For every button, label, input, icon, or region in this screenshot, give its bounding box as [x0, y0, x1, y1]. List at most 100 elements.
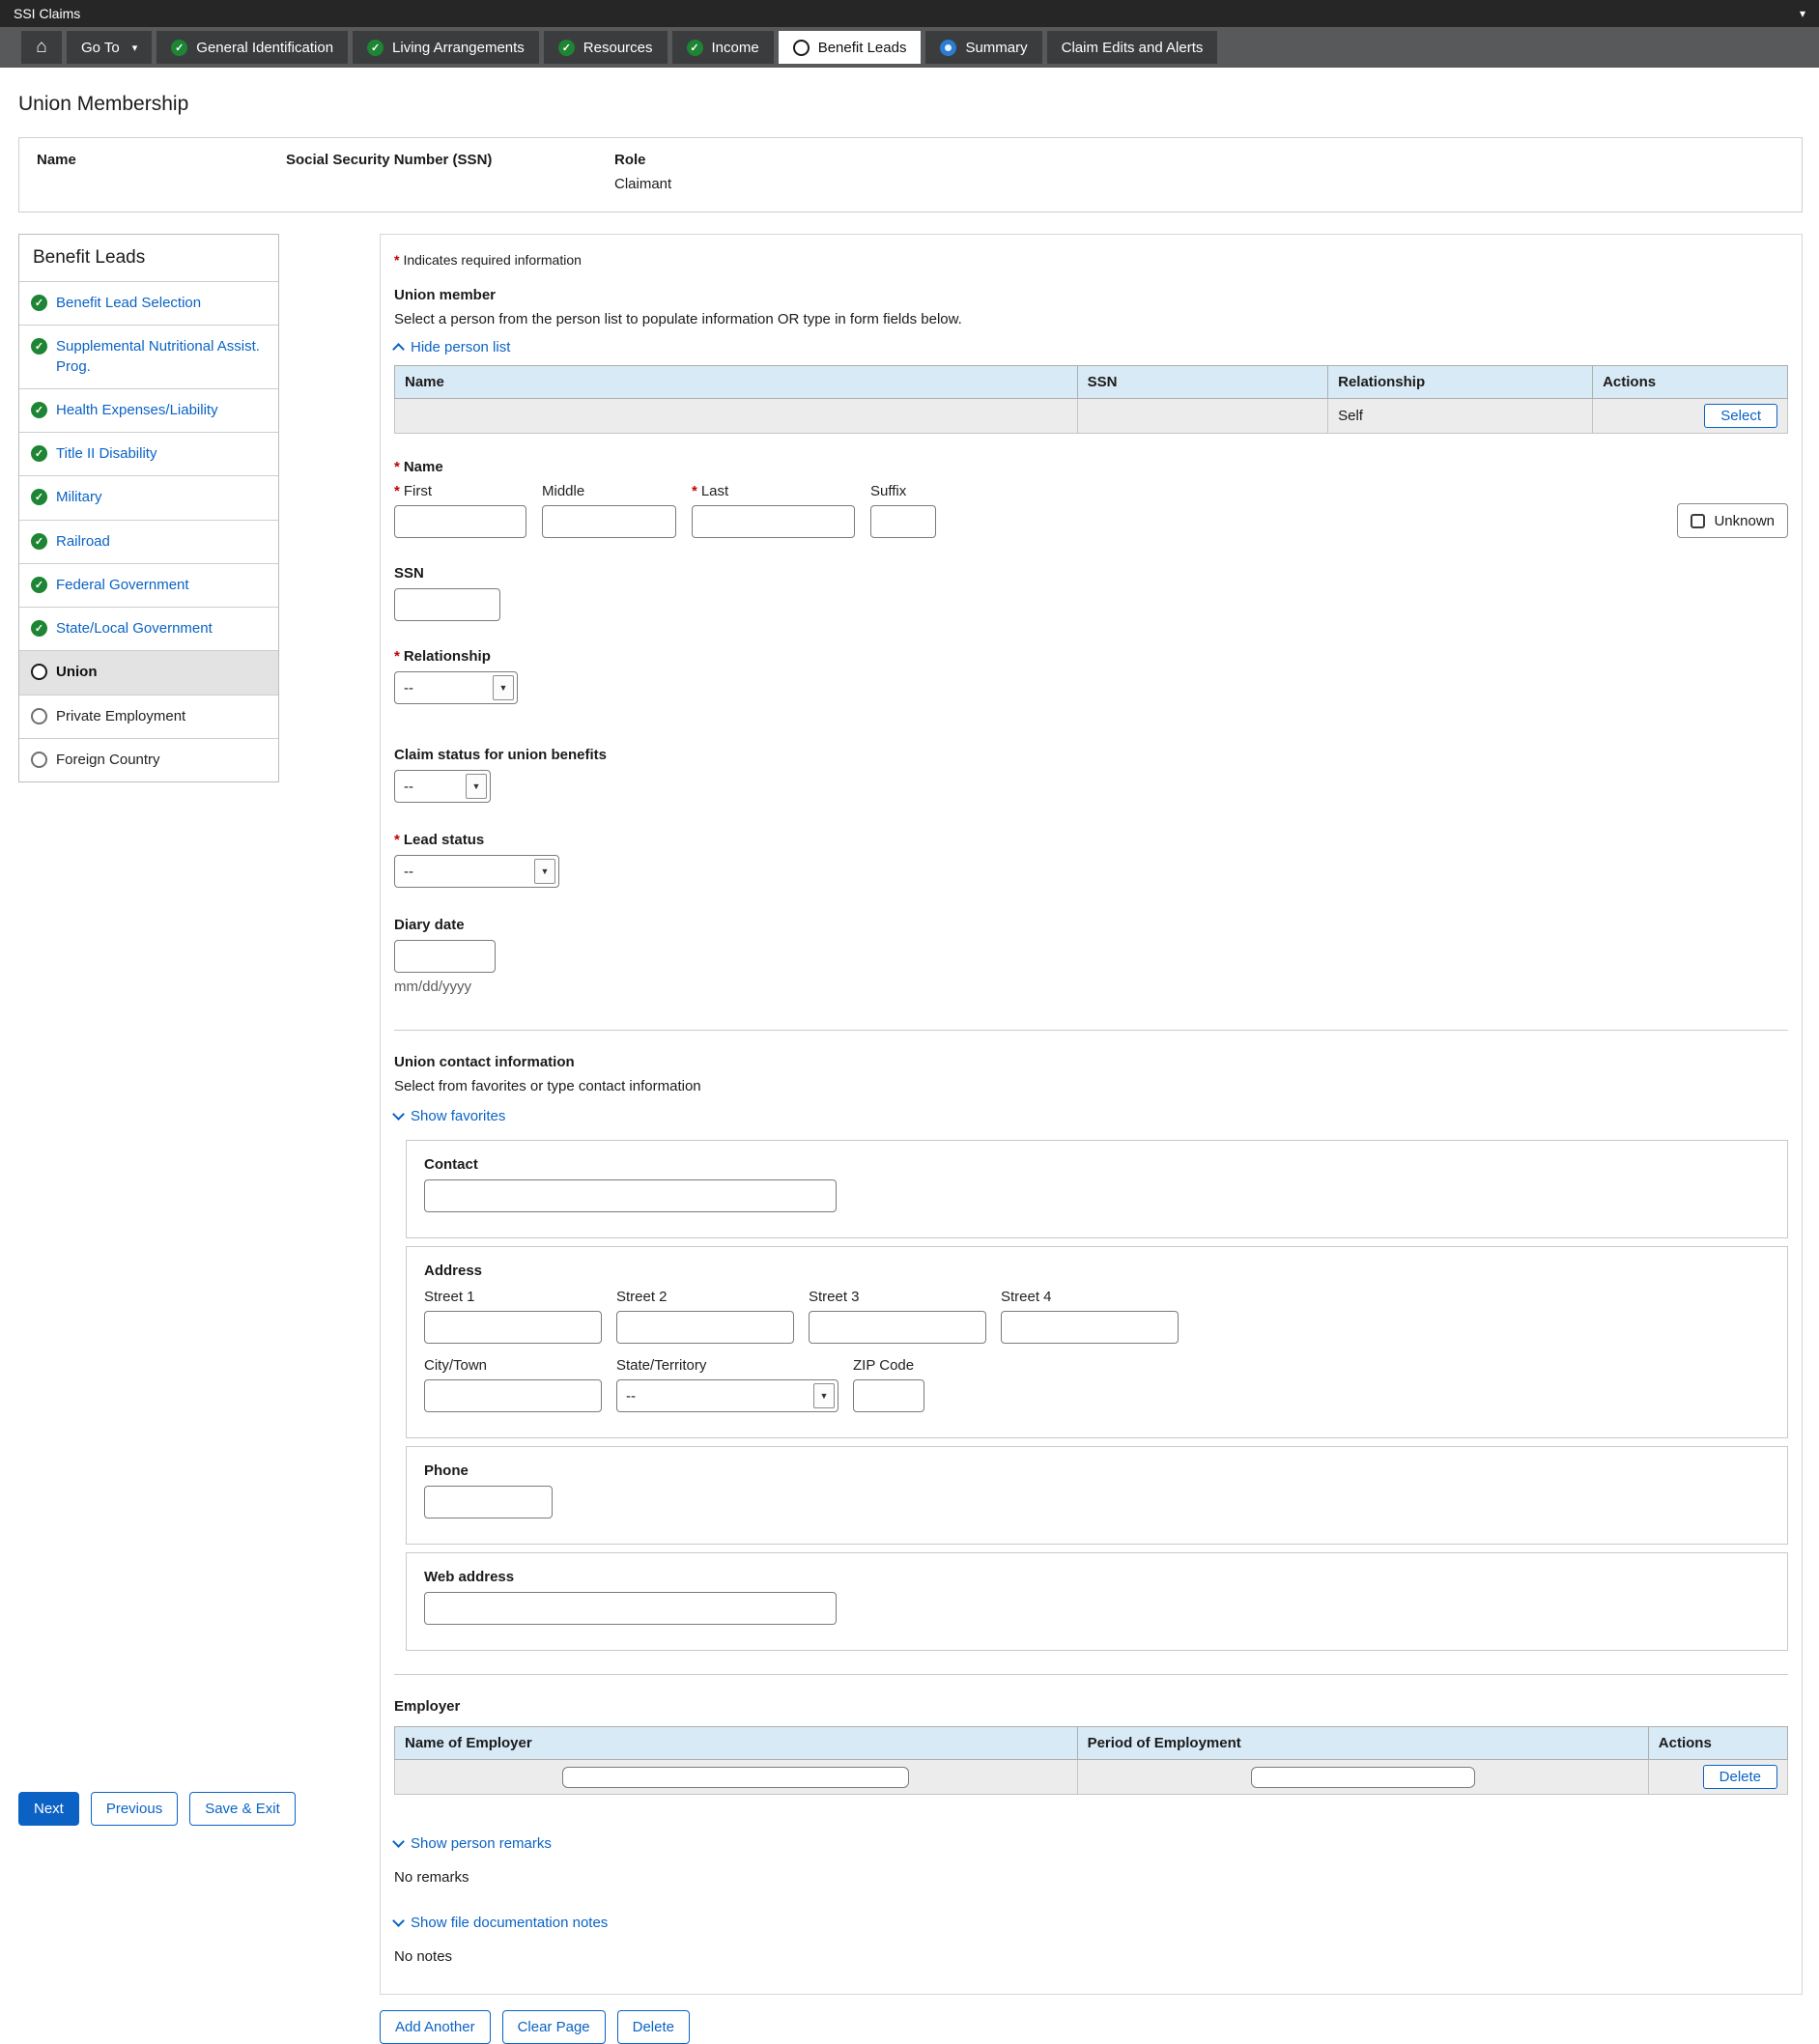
goto-dropdown[interactable]: Go To ▾ — [67, 31, 152, 64]
street4-input[interactable] — [1001, 1311, 1179, 1344]
street3-input[interactable] — [809, 1311, 986, 1344]
first-name-input[interactable] — [394, 505, 526, 538]
sidebar-item-private-employment[interactable]: Private Employment — [19, 695, 278, 738]
section-divider — [394, 1674, 1788, 1675]
diary-date-input[interactable] — [394, 940, 496, 973]
middle-name-input[interactable] — [542, 505, 676, 538]
sidebar-item-health-expenses[interactable]: ✓ Health Expenses/Liability — [19, 388, 278, 432]
street2-input[interactable] — [616, 1311, 794, 1344]
tab-label: Income — [712, 40, 759, 56]
suffix-input[interactable] — [870, 505, 936, 538]
last-name-input[interactable] — [692, 505, 855, 538]
phone-input[interactable] — [424, 1486, 553, 1519]
phone-label: Phone — [424, 1462, 1770, 1479]
unknown-checkbox[interactable]: Unknown — [1677, 503, 1788, 538]
delete-employer-button[interactable]: Delete — [1703, 1765, 1777, 1789]
employment-period-input[interactable] — [1251, 1767, 1475, 1788]
chevron-down-icon — [392, 1108, 405, 1121]
home-button[interactable]: ⌂ — [21, 31, 62, 64]
sidebar-item-snap[interactable]: ✓ Supplemental Nutritional Assist. Prog. — [19, 325, 278, 388]
tab-claim-edits-and-alerts[interactable]: Claim Edits and Alerts — [1047, 31, 1218, 64]
person-row: Self Select — [395, 399, 1788, 434]
section-divider — [394, 1030, 1788, 1031]
show-person-remarks-link[interactable]: Show person remarks — [394, 1835, 552, 1852]
select-arrow-icon: ▼ — [466, 774, 487, 799]
not-started-circle-icon — [31, 752, 47, 768]
tab-income[interactable]: ✓ Income — [672, 31, 774, 64]
complete-check-icon: ✓ — [31, 295, 47, 311]
tab-summary[interactable]: Summary — [925, 31, 1041, 64]
city-input[interactable] — [424, 1379, 602, 1412]
contact-input[interactable] — [424, 1179, 837, 1212]
sidebar-item-title-ii-disability[interactable]: ✓ Title II Disability — [19, 432, 278, 475]
tab-general-identification[interactable]: ✓ General Identification — [156, 31, 348, 64]
employer-name-input[interactable] — [562, 1767, 909, 1788]
column-header-relationship: Relationship — [1328, 366, 1593, 399]
person-row-ssn — [1077, 399, 1328, 434]
relationship-label: *Relationship — [394, 648, 1788, 665]
tab-label: Claim Edits and Alerts — [1062, 40, 1204, 56]
lead-status-select[interactable]: -- ▼ — [394, 855, 559, 888]
first-name-label: *First — [394, 483, 526, 499]
goto-label: Go To — [81, 40, 120, 56]
address-box: Address Street 1 Street 2 Street 3 — [406, 1246, 1788, 1438]
person-row-name — [395, 399, 1078, 434]
sidebar-item-benefit-lead-selection[interactable]: ✓ Benefit Lead Selection — [19, 281, 278, 325]
sidebar-item-railroad[interactable]: ✓ Railroad — [19, 520, 278, 563]
show-file-documentation-notes-link[interactable]: Show file documentation notes — [394, 1915, 608, 1931]
column-header-actions: Actions — [1648, 1727, 1787, 1760]
claim-status-select[interactable]: -- ▼ — [394, 770, 491, 803]
sidebar-item-union[interactable]: Union — [19, 650, 278, 694]
contact-info-description: Select from favorites or type contact in… — [394, 1078, 1788, 1094]
previous-button[interactable]: Previous — [91, 1792, 178, 1826]
tab-label: Living Arrangements — [392, 40, 525, 56]
hide-person-list-link[interactable]: Hide person list — [394, 339, 510, 355]
save-and-exit-button[interactable]: Save & Exit — [189, 1792, 296, 1826]
complete-check-icon: ✓ — [31, 577, 47, 593]
person-role-value: Claimant — [614, 176, 671, 192]
next-button[interactable]: Next — [18, 1792, 79, 1826]
complete-check-icon: ✓ — [687, 40, 703, 56]
column-header-ssn: SSN — [1077, 366, 1328, 399]
union-member-description: Select a person from the person list to … — [394, 311, 1788, 327]
state-label: State/Territory — [616, 1357, 838, 1374]
complete-check-icon: ✓ — [367, 40, 384, 56]
page-actions: Add Another Clear Page Delete — [380, 2010, 1803, 2044]
sidebar-item-federal-government[interactable]: ✓ Federal Government — [19, 563, 278, 607]
person-list-table: Name SSN Relationship Actions Self Selec… — [394, 365, 1788, 434]
titlebar-caret-icon[interactable]: ▾ — [1800, 7, 1805, 20]
sidebar-item-foreign-country[interactable]: Foreign Country — [19, 738, 278, 781]
summary-status-icon — [940, 40, 956, 56]
zip-input[interactable] — [853, 1379, 924, 1412]
notes-empty-text: No notes — [394, 1948, 1788, 1965]
street4-label: Street 4 — [1001, 1289, 1179, 1305]
web-address-input[interactable] — [424, 1592, 837, 1625]
relationship-select[interactable]: -- ▼ — [394, 671, 518, 704]
ssn-label: SSN — [394, 565, 1788, 582]
home-icon: ⌂ — [36, 37, 46, 58]
city-label: City/Town — [424, 1357, 602, 1374]
required-note: *Indicates required information — [394, 252, 1788, 268]
sidebar-item-military[interactable]: ✓ Military — [19, 475, 278, 519]
person-header-panel: Name Social Security Number (SSN) Role C… — [18, 137, 1803, 213]
required-asterisk: * — [394, 252, 399, 268]
select-person-button[interactable]: Select — [1704, 404, 1777, 428]
column-header-name: Name — [395, 366, 1078, 399]
tab-benefit-leads[interactable]: Benefit Leads — [779, 31, 922, 64]
complete-check-icon: ✓ — [31, 402, 47, 418]
person-row-relationship: Self — [1328, 399, 1593, 434]
tab-label: General Identification — [196, 40, 333, 56]
show-favorites-link[interactable]: Show favorites — [394, 1108, 505, 1124]
clear-page-button[interactable]: Clear Page — [502, 2010, 606, 2044]
add-another-button[interactable]: Add Another — [380, 2010, 491, 2044]
state-select[interactable]: -- ▼ — [616, 1379, 838, 1412]
select-arrow-icon: ▼ — [534, 859, 555, 884]
street1-input[interactable] — [424, 1311, 602, 1344]
delete-button[interactable]: Delete — [617, 2010, 690, 2044]
sidebar-item-state-local-government[interactable]: ✓ State/Local Government — [19, 607, 278, 650]
diary-date-label: Diary date — [394, 917, 1788, 933]
web-address-label: Web address — [424, 1569, 1770, 1585]
tab-living-arrangements[interactable]: ✓ Living Arrangements — [353, 31, 539, 64]
tab-resources[interactable]: ✓ Resources — [544, 31, 668, 64]
ssn-input[interactable] — [394, 588, 500, 621]
